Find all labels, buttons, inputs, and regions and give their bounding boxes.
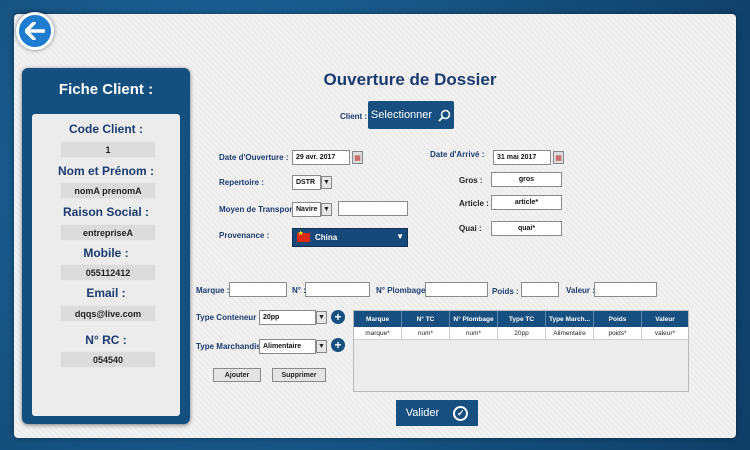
transport-label: Moyen de Transport : [219,205,300,214]
email-label: Email : [86,286,126,300]
table-header-cell[interactable]: Type March... [546,311,594,327]
container-table: Marque N° TC N° Plombage Type TC Type Ma… [353,310,689,392]
calendar-icon[interactable]: ▦ [352,151,363,164]
check-icon: ✓ [453,405,469,421]
select-client-button[interactable]: Selectionner [368,101,454,129]
add-conteneur-icon[interactable]: + [331,310,345,324]
table-header-cell[interactable]: Type TC [498,311,546,327]
raison-social-value: entrepriseA [60,224,156,241]
marque-label: Marque : [196,286,230,295]
transport-select[interactable]: Navire [292,202,321,217]
china-flag-icon [297,230,310,242]
provenance-select[interactable]: China ▼ [292,228,408,247]
type-marchandise-select[interactable]: Alimentaire [259,339,316,354]
date-arrive-label: Date d'Arrivé : [430,150,485,159]
table-row[interactable]: marque* num* num* 20pp Alimentaire poids… [354,327,688,340]
gros-input[interactable]: gros [491,172,562,187]
provenance-label: Provenance : [219,231,270,240]
code-client-label: Code Client : [69,122,143,136]
chevron-down-icon: ▼ [396,232,404,241]
valider-label: Valider [405,407,440,419]
email-value: dqqs@live.com [60,305,156,322]
table-header-cell[interactable]: Valeur [642,311,688,327]
page-title: Ouverture de Dossier [323,70,497,89]
article-input[interactable]: article* [491,195,562,210]
type-marchandise-label: Type Marchandise: [196,342,268,351]
quai-label: Quai : [459,224,482,233]
supprimer-button[interactable]: Supprimer [272,368,326,382]
add-marchandise-icon[interactable]: + [331,338,345,352]
table-cell: num* [450,327,498,340]
numero-label: N° : [292,286,306,295]
marque-input[interactable] [229,282,287,297]
repertoire-select[interactable]: DSTR [292,175,321,190]
code-client-value: 1 [60,141,156,158]
rc-label: N° RC : [85,333,127,347]
table-cell: 20pp [498,327,546,340]
date-ouverture-label: Date d'Ouverture : [219,153,289,162]
table-header: Marque N° TC N° Plombage Type TC Type Ma… [354,311,688,327]
mobile-value: 055112412 [60,264,156,281]
date-ouverture-input[interactable]: 29 avr. 2017 [292,150,350,165]
valeur-input[interactable] [594,282,657,297]
table-cell: num* [402,327,450,340]
table-cell: Alimentaire [546,327,594,340]
chevron-down-icon[interactable]: ▼ [321,203,332,216]
nom-prenom-label: Nom et Prénom : [57,164,154,178]
type-conteneur-label: Type Conteneur : [196,313,262,322]
client-card: Fiche Client : Code Client : 1 Nom et Pr… [22,68,190,424]
raison-social-label: Raison Social : [62,205,150,219]
client-card-body: Code Client : 1 Nom et Prénom : nomA pre… [32,114,180,416]
table-header-cell[interactable]: Marque [354,311,402,327]
nom-prenom-value: nomA prenomA [60,182,156,199]
table-header-cell[interactable]: N° Plombage [450,311,498,327]
poids-input[interactable] [521,282,559,297]
gros-label: Gros : [459,176,483,185]
plombage-input[interactable] [425,282,488,297]
ajouter-button[interactable]: Ajouter [213,368,261,382]
valeur-label: Valeur : [566,286,595,295]
poids-label: Poids : [492,287,519,296]
chevron-down-icon[interactable]: ▼ [321,176,332,189]
valider-button[interactable]: Valider ✓ [396,400,478,426]
calendar-icon[interactable]: ▦ [553,151,564,164]
client-card-title: Fiche Client : [58,80,154,98]
select-client-label: Selectionner [370,109,433,121]
quai-input[interactable]: quai* [491,221,562,236]
article-label: Article : [459,199,489,208]
transport-extra-input[interactable] [338,201,408,216]
table-header-cell[interactable]: N° TC [402,311,450,327]
numero-input[interactable] [305,282,370,297]
table-cell: valeur* [642,327,688,340]
table-cell: poids* [594,327,642,340]
chevron-down-icon[interactable]: ▼ [316,340,327,353]
rc-value: 054540 [60,351,156,368]
table-header-cell[interactable]: Poids [594,311,642,327]
table-cell: marque* [354,327,402,340]
client-label: Client : [340,112,368,121]
repertoire-label: Repertoire : [219,178,264,187]
mobile-label: Mobile : [83,246,129,260]
search-icon [438,109,451,122]
chevron-down-icon[interactable]: ▼ [316,311,327,324]
date-arrive-input[interactable]: 31 mai 2017 [493,150,551,165]
plombage-label: N° Plombage : [376,286,431,295]
type-conteneur-select[interactable]: 20pp [259,310,316,325]
back-arrow-icon[interactable] [16,12,54,50]
provenance-value: China [315,233,338,242]
